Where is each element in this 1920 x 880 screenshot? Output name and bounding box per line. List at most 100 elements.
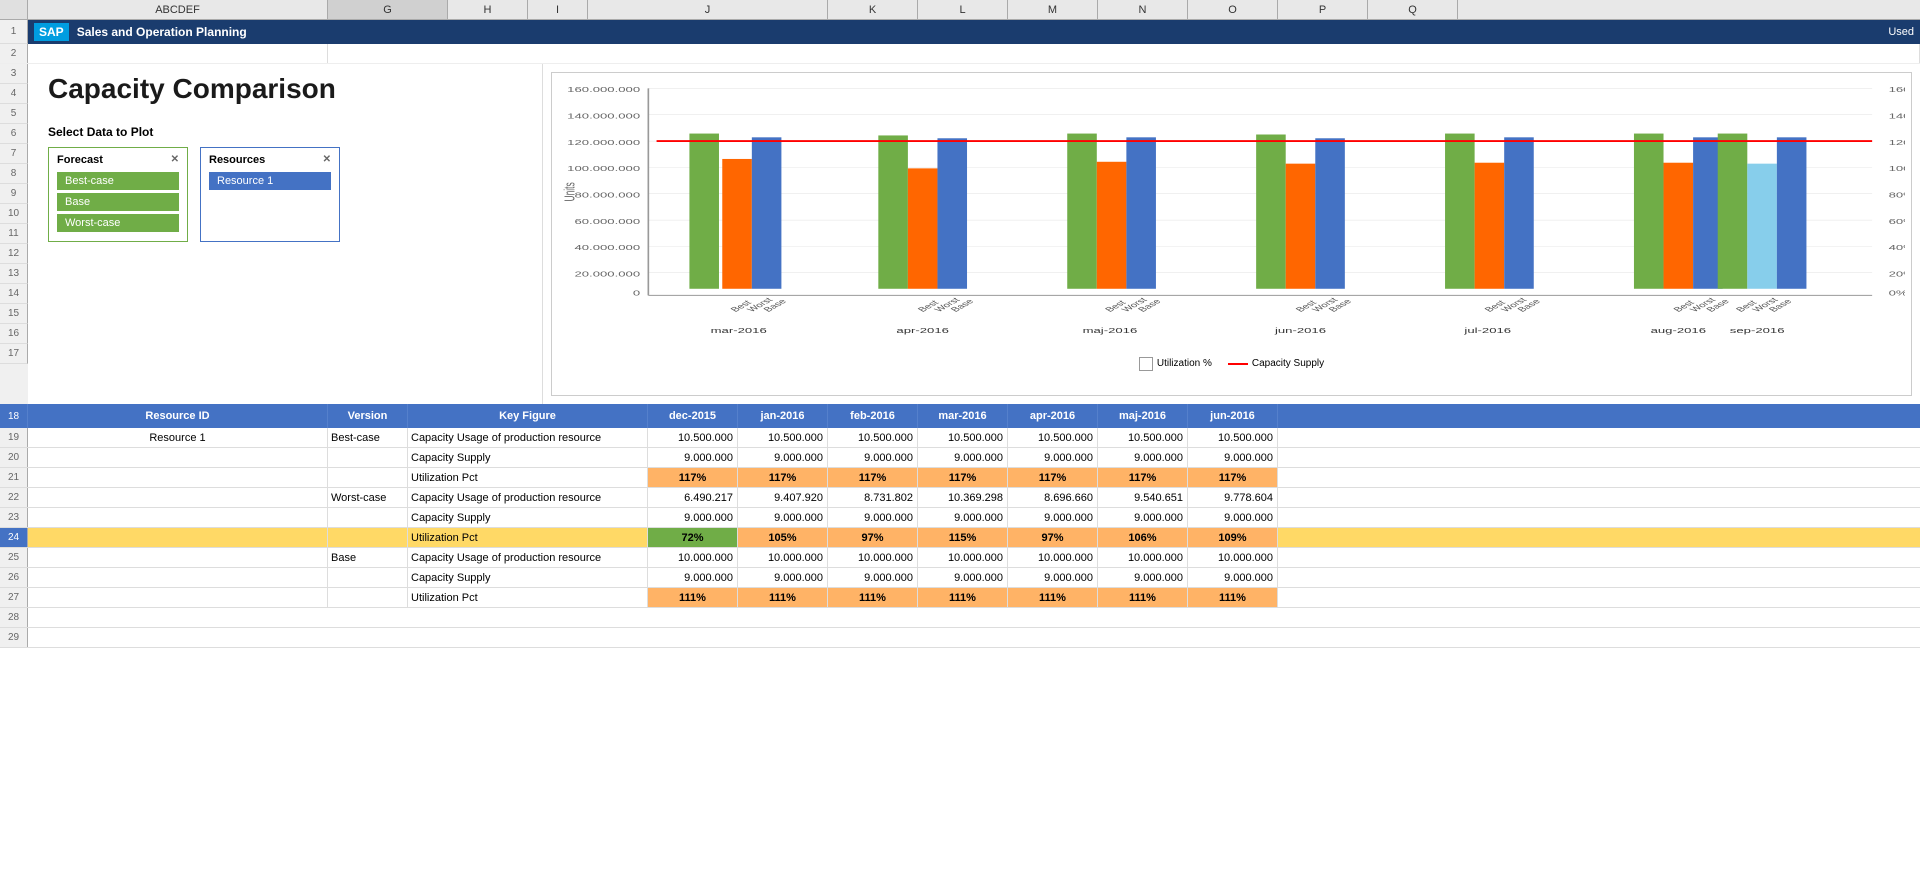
- cell-20-jan: 9.000.000: [738, 448, 828, 467]
- chart-legend: Utilization % Capacity Supply: [558, 357, 1905, 371]
- resources-clear-icon[interactable]: ✕: [323, 154, 331, 165]
- row-num-26: 26: [0, 568, 28, 587]
- cell-19-jun: 10.500.000: [1188, 428, 1278, 447]
- col-header-j: J: [588, 0, 828, 19]
- table-row: 19 Resource 1 Best-case Capacity Usage o…: [0, 428, 1920, 448]
- resources-label: Resources: [209, 154, 265, 166]
- row-num-23: 23: [0, 508, 28, 527]
- cell-23-keyfigure: Capacity Supply: [408, 508, 648, 527]
- cell-23-jun: 9.000.000: [1188, 508, 1278, 527]
- row-num-3: 3: [0, 64, 28, 84]
- row-num-18: 18: [0, 404, 28, 428]
- table-row: 22 Worst-case Capacity Usage of producti…: [0, 488, 1920, 508]
- cell-25-jan: 10.000.000: [738, 548, 828, 567]
- svg-text:40%: 40%: [1889, 244, 1905, 252]
- cell-23-dec: 9.000.000: [648, 508, 738, 527]
- table-row: 23 Capacity Supply 9.000.000 9.000.000 9…: [0, 508, 1920, 528]
- cell-21-keyfigure: Utilization Pct: [408, 468, 648, 487]
- svg-text:60.000.000: 60.000.000: [574, 218, 640, 226]
- cell-25-jun: 10.000.000: [1188, 548, 1278, 567]
- header-mar2016: mar-2016: [918, 404, 1008, 428]
- cell-22-jan: 9.407.920: [738, 488, 828, 507]
- resources-filter-box: Resources ✕ Resource 1: [200, 147, 340, 242]
- header-version: Version: [328, 404, 408, 428]
- row-num-1: 1: [0, 20, 28, 44]
- svg-text:120%: 120%: [1889, 139, 1905, 147]
- forecast-item-bestcase[interactable]: Best-case: [57, 172, 179, 190]
- row-num-5: 5: [0, 104, 28, 124]
- legend-capacity-supply-label: Capacity Supply: [1252, 358, 1324, 369]
- cell-26-dec: 9.000.000: [648, 568, 738, 587]
- sap-logo: SAP: [34, 23, 69, 41]
- row-num-19: 19: [0, 428, 28, 447]
- cell-19-maj: 10.500.000: [1098, 428, 1188, 447]
- row-num-24: 24: [0, 528, 28, 547]
- app-title: Sales and Operation Planning: [77, 25, 247, 39]
- cell-23-jan: 9.000.000: [738, 508, 828, 527]
- cell-21-apr: 117%: [1008, 468, 1098, 487]
- row-num-6: 6: [0, 124, 28, 144]
- cell-27-dec: 111%: [648, 588, 738, 607]
- cell-24-maj: 106%: [1098, 528, 1188, 547]
- cell-25-version: Base: [328, 548, 408, 567]
- table-row: 20 Capacity Supply 9.000.000 9.000.000 9…: [0, 448, 1920, 468]
- svg-text:aug-2016: aug-2016: [1651, 327, 1706, 335]
- cell-25-dec: 10.000.000: [648, 548, 738, 567]
- cell-20-dec: 9.000.000: [648, 448, 738, 467]
- svg-text:140.000.000: 140.000.000: [567, 112, 640, 120]
- legend-utilization-box: [1139, 357, 1153, 371]
- cell-20-maj: 9.000.000: [1098, 448, 1188, 467]
- svg-text:160.000.000: 160.000.000: [567, 86, 640, 94]
- svg-text:60%: 60%: [1889, 218, 1905, 226]
- table-row: 25 Base Capacity Usage of production res…: [0, 548, 1920, 568]
- legend-utilization: Utilization %: [1139, 357, 1212, 371]
- chart-svg: 160.000.000 140.000.000 120.000.000 100.…: [558, 79, 1905, 352]
- col-header-g: G: [328, 0, 448, 19]
- cell-22-mar: 10.369.298: [918, 488, 1008, 507]
- svg-text:20%: 20%: [1889, 270, 1905, 278]
- cell-26-mar: 9.000.000: [918, 568, 1008, 587]
- svg-text:Units: Units: [561, 182, 578, 201]
- cell-22-keyfigure: Capacity Usage of production resource: [408, 488, 648, 507]
- cell-26-feb: 9.000.000: [828, 568, 918, 587]
- header-maj2016: maj-2016: [1098, 404, 1188, 428]
- cell-20-keyfigure: Capacity Supply: [408, 448, 648, 467]
- cell-22-jun: 9.778.604: [1188, 488, 1278, 507]
- row-num-2: 2: [0, 44, 28, 63]
- svg-text:sep-2016: sep-2016: [1730, 327, 1785, 335]
- row-num-15: 15: [0, 304, 28, 324]
- cell-21-dec: 117%: [648, 468, 738, 487]
- spreadsheet: ABCDEF G H I J K L M N O P Q 1 SAP Sales…: [0, 0, 1920, 880]
- row-num-16: 16: [0, 324, 28, 344]
- cell-22-version: Worst-case: [328, 488, 408, 507]
- cell-24-feb: 97%: [828, 528, 918, 547]
- row-num-11: 11: [0, 224, 28, 244]
- svg-text:80%: 80%: [1889, 191, 1905, 199]
- header-jan2016: jan-2016: [738, 404, 828, 428]
- cell-23-feb: 9.000.000: [828, 508, 918, 527]
- cell-25-apr: 10.000.000: [1008, 548, 1098, 567]
- forecast-item-base[interactable]: Base: [57, 193, 179, 211]
- cell-22-maj: 9.540.651: [1098, 488, 1188, 507]
- header-jun2016: jun-2016: [1188, 404, 1278, 428]
- resources-item-resource1[interactable]: Resource 1: [209, 172, 331, 190]
- cell-22-apr: 8.696.660: [1008, 488, 1098, 507]
- forecast-filter-box: Forecast ✕ Best-case Base Worst-case: [48, 147, 188, 242]
- table-row-util: 21 Utilization Pct 117% 117% 117% 117% 1…: [0, 468, 1920, 488]
- forecast-item-worstcase[interactable]: Worst-case: [57, 214, 179, 232]
- forecast-label: Forecast: [57, 154, 103, 166]
- cell-20-mar: 9.000.000: [918, 448, 1008, 467]
- cell-21-jan: 117%: [738, 468, 828, 487]
- cell-27-jun: 111%: [1188, 588, 1278, 607]
- cell-27-apr: 111%: [1008, 588, 1098, 607]
- svg-text:0%: 0%: [1889, 289, 1905, 297]
- table-row-util: 27 Utilization Pct 111% 111% 111% 111% 1…: [0, 588, 1920, 608]
- row-num-14: 14: [0, 284, 28, 304]
- svg-text:20.000.000: 20.000.000: [574, 270, 640, 278]
- select-data-label: Select Data to Plot: [48, 125, 522, 139]
- row-num-25: 25: [0, 548, 28, 567]
- col-header-o: O: [1188, 0, 1278, 19]
- forecast-clear-icon[interactable]: ✕: [171, 154, 179, 165]
- cell-20-feb: 9.000.000: [828, 448, 918, 467]
- table-row: 26 Capacity Supply 9.000.000 9.000.000 9…: [0, 568, 1920, 588]
